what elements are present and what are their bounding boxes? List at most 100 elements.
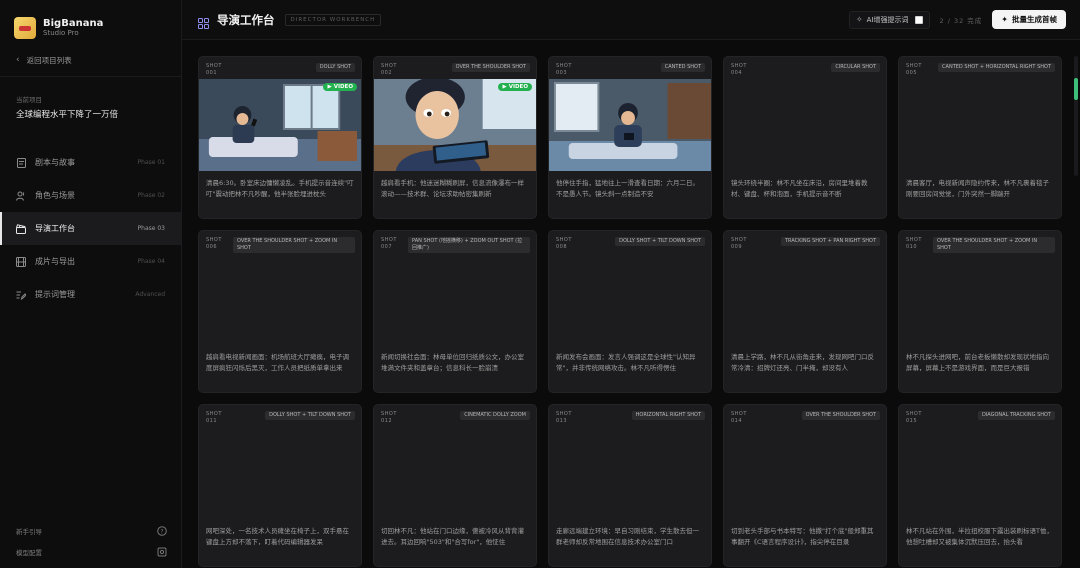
shot-id: SHOT 008 bbox=[556, 237, 572, 250]
scene-bed-phone[interactable] bbox=[549, 79, 711, 171]
empty-thumbnail[interactable] bbox=[899, 253, 1061, 345]
brand-name: BigBanana bbox=[43, 17, 104, 29]
divider bbox=[0, 76, 181, 77]
shot-card-7[interactable]: SHOT 007 PAN SHOT (地摇横移) + ZOOM OUT SHOT… bbox=[373, 230, 537, 393]
sidebar-item-prompts[interactable]: 提示词管理 Advanced bbox=[0, 278, 181, 311]
camera-movement-badge: DOLLY SHOT + TILT DOWN SHOT bbox=[265, 411, 355, 420]
shot-card-11[interactable]: SHOT 011 DOLLY SHOT + TILT DOWN SHOT 网吧深… bbox=[198, 404, 362, 567]
shot-card-header: SHOT 011 DOLLY SHOT + TILT DOWN SHOT bbox=[199, 405, 361, 427]
shot-card-8[interactable]: SHOT 008 DOLLY SHOT + TILT DOWN SHOT 新闻发… bbox=[548, 230, 712, 393]
brand-subtitle: Studio Pro bbox=[43, 28, 79, 37]
shot-card-5[interactable]: SHOT 005 CANTED SHOT + HORIZONTAL RIGHT … bbox=[898, 56, 1062, 219]
batch-generate-button[interactable]: ✦ 批量生成首帧 bbox=[992, 10, 1066, 29]
scene-bedroom-phone[interactable]: ▶ VIDEO bbox=[199, 79, 361, 171]
onboarding-guide-link[interactable]: 新手引导 ? bbox=[0, 520, 181, 541]
shot-id: SHOT 006 bbox=[206, 237, 222, 250]
shot-card-3[interactable]: SHOT 003 CANTED SHOT 他停住手指，猛地往上一滑查看日期：六月… bbox=[548, 56, 712, 219]
sparkle-icon: ✦ bbox=[1001, 15, 1008, 24]
sidebar-item-label: 角色与场景 bbox=[35, 191, 75, 200]
camera-movement-badge: DIAGONAL TRACKING SHOT bbox=[977, 411, 1055, 420]
current-project-label: 当前项目 bbox=[16, 96, 42, 104]
shot-id: SHOT 004 bbox=[731, 63, 747, 76]
user-icon bbox=[16, 191, 26, 201]
camera-movement-badge: PAN SHOT (地摇横移) + ZOOM OUT SHOT (拉回推广) bbox=[408, 237, 530, 253]
shot-card-1[interactable]: SHOT 001 DOLLY SHOT ▶ VIDEO 清晨6:30。卧室床边慵懒… bbox=[198, 56, 362, 219]
shot-description: 越肩看手机：他迷迷糊糊刷屏，信息流像瀑布一样滚动——技术群、论坛求助帖密集刷新 bbox=[381, 179, 524, 198]
completion-progress: 2 / 32 完成 bbox=[939, 16, 983, 25]
shot-id: SHOT 003 bbox=[556, 63, 572, 76]
scene-closeup-tablet[interactable]: ▶ VIDEO bbox=[374, 79, 536, 171]
shot-card-10[interactable]: SHOT 010 OVER THE SHOULDER SHOT + ZOOM I… bbox=[898, 230, 1062, 393]
back-label: 返回项目列表 bbox=[26, 55, 72, 65]
list-edit-icon bbox=[16, 290, 26, 300]
sidebar-item-export[interactable]: 成片与导出 Phase 04 bbox=[0, 245, 181, 278]
shot-card-15[interactable]: SHOT 015 DIAGONAL TRACKING SHOT 林不凡站在外围，… bbox=[898, 404, 1062, 567]
shot-card-14[interactable]: SHOT 014 OVER THE SHOULDER SHOT 切到老头手部与书… bbox=[723, 404, 887, 567]
video-badge-label: VIDEO bbox=[508, 84, 528, 90]
shot-card-header: SHOT 013 HORIZONTAL RIGHT SHOT bbox=[549, 405, 711, 427]
shot-card-header: SHOT 014 OVER THE SHOULDER SHOT bbox=[724, 405, 886, 427]
empty-thumbnail[interactable] bbox=[374, 253, 536, 345]
scrollbar-thumb[interactable] bbox=[1074, 78, 1078, 100]
shot-grid: SHOT 001 DOLLY SHOT ▶ VIDEO 清晨6:30。卧室床边慵懒… bbox=[198, 56, 1080, 567]
empty-thumbnail[interactable] bbox=[199, 253, 361, 345]
ai-enhance-toggle[interactable]: ✧ AI增强提示词 bbox=[848, 10, 930, 29]
sidebar-item-label: 提示词管理 bbox=[35, 290, 75, 299]
sidebar-item-script[interactable]: 剧本与故事 Phase 01 bbox=[0, 146, 181, 179]
shot-card-2[interactable]: SHOT 002 OVER THE SHOULDER SHOT ▶ VIDEO 越… bbox=[373, 56, 537, 219]
shot-card-6[interactable]: SHOT 006 OVER THE SHOULDER SHOT + ZOOM I… bbox=[198, 230, 362, 393]
shot-description: 新闻发布会画面：发言人强调这是全球性"认知异常"，并非传统网络攻击。林不凡听得愣… bbox=[556, 353, 696, 372]
empty-thumbnail[interactable] bbox=[724, 427, 886, 519]
shot-id: SHOT 012 bbox=[381, 411, 397, 424]
shot-card-header: SHOT 002 OVER THE SHOULDER SHOT bbox=[374, 57, 536, 79]
phase-label: Phase 04 bbox=[137, 258, 165, 265]
film-icon bbox=[16, 256, 26, 267]
shot-card-4[interactable]: SHOT 004 CIRCULAR SHOT 镜头环绕半圈：林不凡坐在床沿，房间… bbox=[723, 56, 887, 219]
sidebar: BigBanana Studio Pro ‹ 返回项目列表 当前项目 全球编程水… bbox=[0, 0, 182, 568]
camera-movement-badge: OVER THE SHOULDER SHOT + ZOOM IN SHOT bbox=[933, 237, 1055, 253]
brand[interactable]: BigBanana Studio Pro bbox=[0, 0, 181, 40]
current-project-title: 全球编程水平下降了一万倍 bbox=[16, 110, 119, 120]
video-badge: ▶ VIDEO bbox=[323, 83, 357, 91]
empty-thumbnail[interactable] bbox=[199, 427, 361, 519]
shot-description: 清晨上学路，林不凡从街角走来，发现网吧门口反常冷清：招牌灯还亮、门半掩，却没有人 bbox=[731, 353, 874, 372]
empty-thumbnail[interactable] bbox=[374, 427, 536, 519]
video-camera-icon: ▶ bbox=[502, 84, 507, 90]
empty-thumbnail[interactable] bbox=[549, 427, 711, 519]
shot-id: SHOT 014 bbox=[731, 411, 747, 424]
model-config-link[interactable]: 模型配置 bbox=[0, 541, 181, 562]
shot-description: 网吧深处，一名技术人员瘫坐在椅子上，双手悬在键盘上方却不落下，盯着代码编辑器发呆 bbox=[206, 527, 349, 546]
shot-id: SHOT 002 bbox=[381, 63, 397, 76]
empty-thumbnail[interactable] bbox=[724, 253, 886, 345]
shot-id: SHOT 010 bbox=[906, 237, 922, 250]
sidebar-item-characters[interactable]: 角色与场景 Phase 02 bbox=[0, 179, 181, 212]
scrollbar-track[interactable] bbox=[1074, 56, 1078, 176]
main-content: 导演工作台 DIRECTOR WORKBENCH ✧ AI增强提示词 2 / 3… bbox=[182, 0, 1080, 568]
camera-movement-badge: CANTED SHOT + HORIZONTAL RIGHT SHOT bbox=[938, 63, 1055, 72]
back-to-projects-link[interactable]: ‹ 返回项目列表 bbox=[0, 54, 181, 66]
phase-label: Phase 02 bbox=[137, 192, 165, 199]
shot-description: 越肩看电视新闻画面：机场航班大厅瘫痪，电子调度屏疯狂闪烁后黑灭，工作人员把纸质单… bbox=[206, 353, 349, 372]
sidebar-item-director-workbench[interactable]: 导演工作台 Phase 03 bbox=[0, 212, 181, 245]
empty-thumbnail[interactable] bbox=[899, 79, 1061, 171]
ai-enhance-label: AI增强提示词 bbox=[866, 15, 909, 24]
shot-card-header: SHOT 003 CANTED SHOT bbox=[549, 57, 711, 79]
video-badge: ▶ VIDEO bbox=[498, 83, 532, 91]
shot-card-header: SHOT 001 DOLLY SHOT bbox=[199, 57, 361, 79]
empty-thumbnail[interactable] bbox=[549, 253, 711, 345]
camera-movement-badge: DOLLY SHOT + TILT DOWN SHOT bbox=[615, 237, 705, 246]
shot-id: SHOT 011 bbox=[206, 411, 222, 424]
shot-card-12[interactable]: SHOT 012 CINEMATIC DOLLY ZOOM 切回林不凡：他站在门… bbox=[373, 404, 537, 567]
shot-card-9[interactable]: SHOT 009 TRACKING SHOT + PAN RIGHT SHOT … bbox=[723, 230, 887, 393]
batch-generate-label: 批量生成首帧 bbox=[1012, 15, 1057, 24]
page-header: 导演工作台 DIRECTOR WORKBENCH ✧ AI增强提示词 2 / 3… bbox=[182, 0, 1080, 40]
page-title: 导演工作台 bbox=[217, 12, 275, 27]
document-icon bbox=[16, 157, 26, 168]
video-camera-icon: ▶ bbox=[327, 84, 332, 90]
shot-id: SHOT 005 bbox=[906, 63, 922, 76]
empty-thumbnail[interactable] bbox=[899, 427, 1061, 519]
shot-card-13[interactable]: SHOT 013 HORIZONTAL RIGHT SHOT 走廊远端建立环境：… bbox=[548, 404, 712, 567]
shot-id: SHOT 015 bbox=[906, 411, 922, 424]
ai-enhance-checkbox[interactable] bbox=[914, 15, 923, 24]
empty-thumbnail[interactable] bbox=[724, 79, 886, 171]
